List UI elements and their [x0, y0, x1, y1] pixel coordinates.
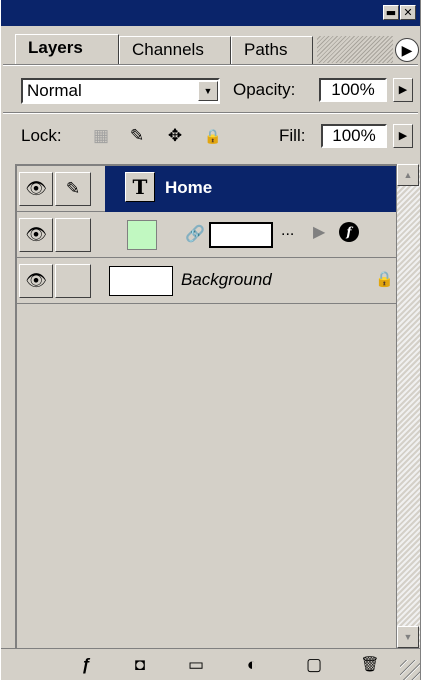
- separator: [3, 64, 418, 66]
- opacity-label: Opacity:: [233, 80, 296, 99]
- blend-opacity-row: Normal ▼ Opacity: 100% ▶: [1, 72, 420, 108]
- scroll-up-button[interactable]: ▲: [397, 164, 419, 186]
- link-slot[interactable]: [55, 218, 91, 252]
- fill-input[interactable]: 100%: [321, 124, 387, 148]
- eye-icon[interactable]: 👁: [19, 264, 53, 298]
- bottom-toolbar: ƒ ◘ ▭ ◐ ▢ 🗑: [1, 648, 420, 680]
- brush-icon[interactable]: ✎: [55, 172, 91, 206]
- chevron-down-icon[interactable]: ▼: [198, 81, 218, 101]
- layer-effects-icon[interactable]: f: [339, 222, 359, 242]
- brush-lock-icon[interactable]: ✎: [127, 126, 147, 146]
- link-slot[interactable]: [55, 264, 91, 298]
- lock-label: Lock:: [21, 126, 62, 145]
- blend-mode-select[interactable]: Normal ▼: [21, 78, 220, 104]
- fill-label: Fill:: [279, 126, 306, 145]
- lock-fill-row: Lock: ▦ ✎ ✥ 🔒 Fill: 100% ▶: [1, 118, 420, 154]
- fill-thumbnail[interactable]: [127, 220, 157, 250]
- eye-icon[interactable]: 👁: [19, 218, 53, 252]
- layer-row-fill[interactable]: 👁 🔗 ... ▶ f: [17, 212, 398, 258]
- lock-icon: 🔒: [375, 271, 394, 288]
- layer-row-home[interactable]: 👁 ✎ T Home: [17, 166, 398, 212]
- expand-effects-icon[interactable]: ▶: [313, 222, 325, 242]
- close-button[interactable]: ✕: [400, 5, 416, 20]
- new-layer-icon[interactable]: ▢: [299, 653, 329, 677]
- scroll-down-button[interactable]: ▼: [397, 626, 419, 648]
- opacity-slider-button[interactable]: ▶: [393, 78, 413, 102]
- layer-mask-icon[interactable]: ◘: [125, 653, 155, 677]
- trash-icon[interactable]: 🗑: [355, 653, 385, 677]
- layer-name[interactable]: Home: [165, 178, 212, 198]
- tab-layers[interactable]: Layers: [15, 34, 119, 64]
- more-indicator: ...: [281, 222, 295, 239]
- layer-name[interactable]: Background: [181, 270, 272, 290]
- tab-bar: Layers Channels Paths ▶: [1, 26, 420, 64]
- layer-mask-thumbnail[interactable]: [209, 222, 273, 248]
- move-lock-icon[interactable]: ✥: [165, 126, 185, 146]
- layers-list: 👁 ✎ T Home 👁 🔗 ... ▶ f 👁 Background 🔒: [15, 164, 398, 648]
- title-bar[interactable]: ▬ ✕: [1, 0, 420, 26]
- vertical-scrollbar[interactable]: ▲ ▼: [396, 164, 420, 648]
- layers-panel: ▬ ✕ Layers Channels Paths ▶ Normal ▼ Opa…: [0, 0, 421, 680]
- panel-menu-button[interactable]: ▶: [395, 38, 419, 62]
- separator: [3, 112, 418, 114]
- fill-slider-button[interactable]: ▶: [393, 124, 413, 148]
- adjustment-layer-icon[interactable]: ◐: [237, 653, 267, 677]
- eye-icon[interactable]: 👁: [19, 172, 53, 206]
- opacity-input[interactable]: 100%: [319, 78, 387, 102]
- tab-bar-filler: [317, 36, 393, 63]
- text-layer-thumbnail[interactable]: T: [125, 172, 155, 202]
- padlock-icon[interactable]: 🔒: [203, 126, 223, 146]
- tab-channels[interactable]: Channels: [119, 36, 231, 64]
- layer-row-background[interactable]: 👁 Background 🔒: [17, 258, 398, 304]
- new-group-icon[interactable]: ▭: [181, 653, 211, 677]
- chain-link-icon[interactable]: 🔗: [183, 220, 207, 250]
- background-thumbnail[interactable]: [109, 266, 173, 296]
- transparent-pixels-lock-icon[interactable]: ▦: [91, 126, 111, 146]
- minimize-button[interactable]: ▬: [383, 5, 399, 20]
- layer-style-icon[interactable]: ƒ: [71, 653, 101, 677]
- tab-paths[interactable]: Paths: [231, 36, 313, 64]
- blend-mode-value: Normal: [27, 81, 82, 100]
- resize-grip[interactable]: [400, 660, 420, 680]
